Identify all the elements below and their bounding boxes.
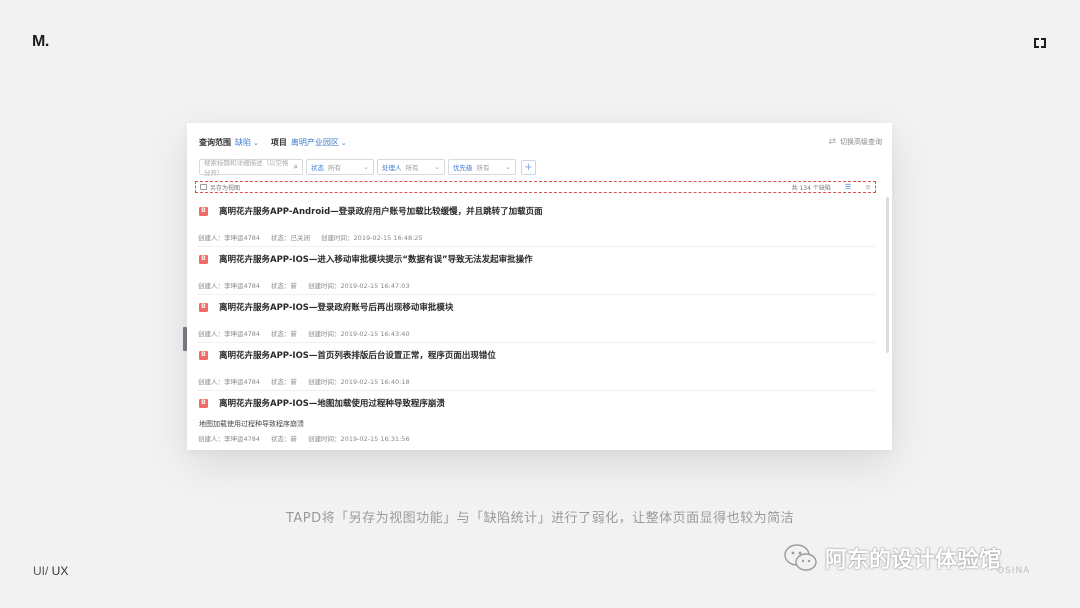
creator: 创建人：李坤运4784 bbox=[198, 378, 261, 386]
bug-type-badge: B bbox=[199, 350, 208, 360]
switch-arrows-icon: ⇄ bbox=[828, 137, 836, 147]
filter-value: 所有 bbox=[405, 164, 419, 172]
status: 状态：已关闭 bbox=[271, 234, 311, 242]
wechat-icon bbox=[784, 544, 817, 571]
search-placeholder: 搜索标题和详细描述（以空格分开） bbox=[204, 159, 289, 177]
filter-key: 状态 bbox=[311, 164, 324, 172]
brand-logo: M. bbox=[32, 33, 49, 50]
detail-view-icon[interactable]: ☰ bbox=[845, 183, 851, 191]
filter-key: 优先级 bbox=[453, 164, 473, 172]
status: 状态：新 bbox=[271, 282, 298, 290]
bug-type-badge: B bbox=[199, 302, 208, 312]
footer-tag: UI/ UX bbox=[33, 564, 68, 578]
defect-title[interactable]: 离明花卉服务APP-IOS—进入移动审批模块提示“数据有误”导致无法发起审批操作 bbox=[219, 253, 533, 265]
list-item[interactable]: B 离明花卉服务APP-IOS—地图加载使用过程种导致程序崩溃 地图加载使用过程… bbox=[197, 391, 876, 450]
filter-bar: 搜索标题和详细描述（以空格分开） ⌕ 状态 所有 ⌄ 处理人 所有 ⌄ 优先级 所有 … bbox=[199, 159, 536, 177]
scrollbar[interactable] bbox=[886, 197, 889, 353]
scope-label: 查询范围 bbox=[199, 138, 231, 147]
bug-type-badge: B bbox=[199, 254, 208, 264]
project-select[interactable]: 离明产业园区 bbox=[291, 137, 339, 148]
search-icon[interactable]: ⌕ bbox=[294, 162, 298, 172]
chevron-down-icon: ⌄ bbox=[505, 163, 511, 171]
query-scope-row: 查询范围 缺陷 ⌄ 项目 离明产业园区 ⌄ bbox=[199, 137, 347, 148]
defect-count: 共 134 个缺陷 bbox=[791, 184, 831, 192]
defect-title[interactable]: 离明花卉服务APP-Android—登录政府用户账号加载比较缓慢，并且跳转了加载… bbox=[219, 205, 543, 217]
defect-description: 地图加载使用过程种导致程序崩溃 bbox=[199, 420, 304, 428]
filter-key: 处理人 bbox=[382, 164, 402, 172]
caption: TAPD将「另存为视图功能」与「缺陷统计」进行了弱化，让整体页面显得也较为简洁 bbox=[285, 511, 795, 526]
status: 状态：新 bbox=[271, 330, 298, 338]
created-time: 创建时间：2019-02-15 16:40:18 bbox=[308, 378, 410, 386]
footer-tag-sub: UX bbox=[48, 564, 69, 578]
status: 状态：新 bbox=[271, 435, 298, 443]
view-bar: 另存为视图 共 134 个缺陷 ☰ ≡ bbox=[195, 181, 876, 193]
bug-type-badge: B bbox=[199, 206, 208, 216]
list-item[interactable]: B 离明花卉服务APP-IOS—进入移动审批模块提示“数据有误”导致无法发起审批… bbox=[197, 247, 876, 295]
switch-advanced-query-button[interactable]: ⇄ 切换高级查询 bbox=[828, 137, 882, 147]
switch-advanced-label: 切换高级查询 bbox=[840, 138, 882, 146]
chevron-down-icon: ⌄ bbox=[363, 163, 369, 171]
created-time: 创建时间：2019-02-15 16:43:40 bbox=[308, 330, 410, 338]
creator: 创建人：李坤运4784 bbox=[198, 330, 261, 338]
bug-type-badge: B bbox=[199, 398, 208, 408]
watermark-subtext: OSINA bbox=[997, 566, 1031, 576]
defect-title[interactable]: 离明花卉服务APP-IOS—地图加载使用过程种导致程序崩溃 bbox=[219, 397, 445, 409]
save-as-view-button[interactable]: 另存为视图 bbox=[200, 183, 240, 192]
app-window: 查询范围 缺陷 ⌄ 项目 离明产业园区 ⌄ ⇄ 切换高级查询 搜索标题和详细描述… bbox=[187, 123, 892, 450]
assignee-filter-select[interactable]: 处理人 所有 ⌄ bbox=[377, 159, 445, 175]
created-time: 创建时间：2019-02-15 16:31:56 bbox=[308, 435, 410, 443]
status: 状态：新 bbox=[271, 378, 298, 386]
corner-bracket-icon bbox=[1034, 38, 1046, 48]
scope-select[interactable]: 缺陷 bbox=[235, 137, 251, 148]
defect-list: B 离明花卉服务APP-Android—登录政府用户账号加载比较缓慢，并且跳转了… bbox=[197, 199, 876, 450]
creator: 创建人：李坤运4784 bbox=[198, 234, 261, 242]
created-time: 创建时间：2019-02-15 16:48:25 bbox=[321, 234, 423, 242]
list-item[interactable]: B 离明花卉服务APP-Android—登录政府用户账号加载比较缓慢，并且跳转了… bbox=[197, 199, 876, 247]
chevron-down-icon[interactable]: ⌄ bbox=[253, 139, 259, 147]
save-as-view-label: 另存为视图 bbox=[210, 184, 241, 192]
chevron-down-icon[interactable]: ⌄ bbox=[341, 139, 347, 147]
project-label: 项目 bbox=[270, 138, 287, 147]
watermark-text: 阿东的设计体验馆 bbox=[825, 548, 1002, 573]
defect-title[interactable]: 离明花卉服务APP-IOS—登录政府账号后再出现移动审批模块 bbox=[219, 301, 453, 313]
chevron-down-icon: ⌄ bbox=[434, 163, 440, 171]
watermark: 阿东的设计体验馆 bbox=[783, 542, 1001, 574]
list-item[interactable]: B 离明花卉服务APP-IOS—登录政府账号后再出现移动审批模块 创建人：李坤运… bbox=[197, 295, 876, 343]
created-time: 创建时间：2019-02-15 16:47:03 bbox=[308, 282, 410, 290]
list-item[interactable]: B 离明花卉服务APP-IOS—首页列表排版后台设置正常，程序页面出现错位 创建… bbox=[197, 343, 876, 391]
defect-title[interactable]: 离明花卉服务APP-IOS—首页列表排版后台设置正常，程序页面出现错位 bbox=[219, 349, 496, 361]
priority-filter-select[interactable]: 优先级 所有 ⌄ bbox=[448, 159, 516, 175]
search-input[interactable]: 搜索标题和详细描述（以空格分开） ⌕ bbox=[199, 159, 303, 177]
filter-value: 所有 bbox=[328, 164, 341, 172]
footer-tag-main: UI/ bbox=[33, 564, 49, 578]
list-view-icon[interactable]: ≡ bbox=[865, 183, 871, 191]
creator: 创建人：李坤运4784 bbox=[198, 435, 261, 443]
add-filter-button[interactable]: + bbox=[521, 159, 536, 175]
filter-value: 所有 bbox=[476, 164, 490, 172]
creator: 创建人：李坤运4784 bbox=[198, 282, 261, 290]
save-view-icon bbox=[200, 184, 207, 190]
status-filter-select[interactable]: 状态 所有 ⌄ bbox=[306, 159, 374, 175]
